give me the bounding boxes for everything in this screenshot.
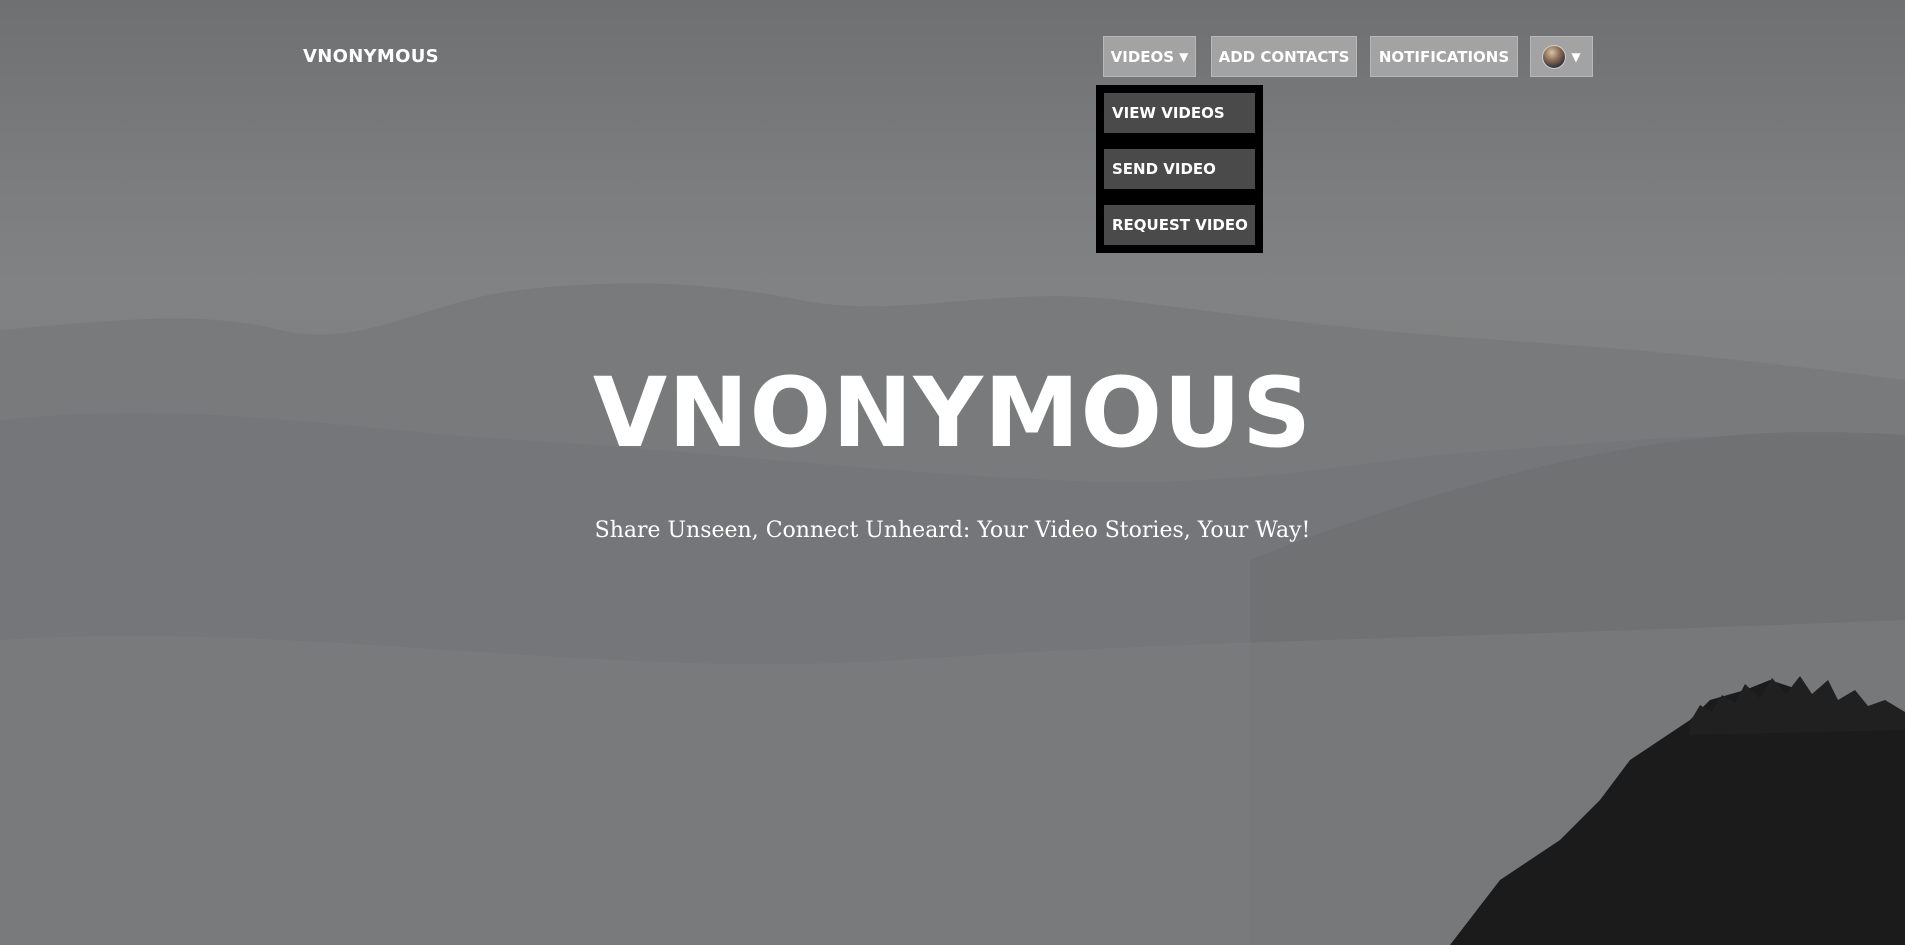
hero-subtitle: Share Unseen, Connect Unheard: Your Vide… [594,518,1311,543]
brand-logo[interactable]: VNONYMOUS [303,46,439,67]
mountain-landscape-image [0,283,1905,945]
videos-menu-button[interactable]: VIDEOS ▼ [1103,36,1196,77]
add-contacts-button[interactable]: ADD CONTACTS [1211,36,1357,77]
avatar [1542,44,1567,69]
add-contacts-label: ADD CONTACTS [1218,47,1350,66]
menu-item-request-video[interactable]: REQUEST VIDEO [1104,205,1255,245]
notifications-button[interactable]: NOTIFICATIONS [1370,36,1518,77]
menu-item-send-video[interactable]: SEND VIDEO [1104,149,1255,189]
profile-menu-button[interactable]: ▼ [1530,36,1593,77]
caret-down-icon: ▼ [1571,49,1581,64]
videos-dropdown-menu: VIEW VIDEOS SEND VIDEO REQUEST VIDEO [1096,85,1263,253]
notifications-label: NOTIFICATIONS [1378,47,1510,66]
videos-label: VIDEOS [1110,47,1175,66]
menu-item-view-videos[interactable]: VIEW VIDEOS [1104,93,1255,133]
hero-title: VNONYMOUS [592,357,1313,469]
caret-down-icon: ▼ [1179,49,1189,64]
hero-background [0,0,1905,945]
